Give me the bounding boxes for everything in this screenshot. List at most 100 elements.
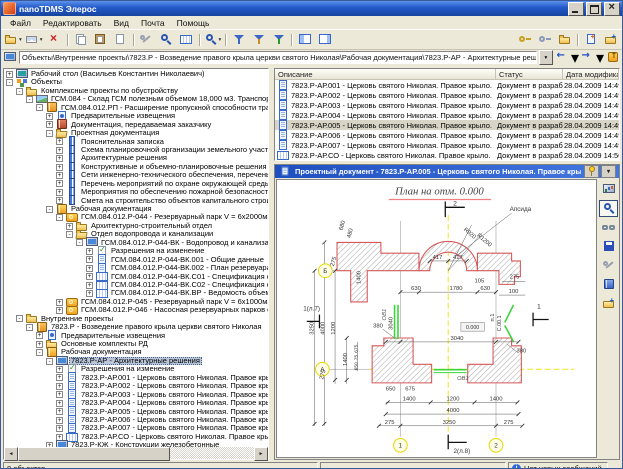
column-header-1[interactable]: Описание (275, 69, 496, 80)
chevron-down-icon[interactable]: ▾ (601, 165, 616, 178)
menu-item-Файл[interactable]: Файл (4, 18, 37, 28)
expand-toggle[interactable]: - (46, 206, 53, 213)
maximize-button[interactable] (586, 2, 602, 16)
expand-toggle[interactable]: - (26, 96, 33, 103)
tree-item[interactable]: -ГСМ.084.012.Р-044-ВК - Водопровод и кан… (4, 239, 268, 247)
find-button[interactable] (157, 31, 176, 48)
table-row[interactable]: 7823.Р-АР.002 - Церковь святого Николая.… (275, 90, 619, 100)
expand-toggle[interactable]: + (56, 155, 63, 162)
tree-item[interactable]: -Отдел водопровода и канализации (4, 230, 268, 238)
expand-toggle[interactable]: + (56, 383, 63, 390)
tree-item[interactable]: +ГСМ.084.012.Р-045 - Резервуарный парк V… (4, 298, 268, 306)
expand-toggle[interactable]: - (26, 324, 33, 331)
tree-item[interactable]: +Пояснительная записка (4, 138, 268, 146)
menu-item-Вид[interactable]: Вид (108, 18, 135, 28)
forward-button[interactable] (580, 51, 595, 64)
expand-toggle[interactable]: + (56, 374, 63, 381)
zoom-button[interactable] (599, 200, 618, 217)
properties-button[interactable] (111, 31, 130, 48)
menu-item-Редактировать[interactable]: Редактировать (37, 18, 108, 28)
pin-icon[interactable] (584, 165, 599, 178)
menu-item-Почта[interactable]: Почта (135, 18, 171, 28)
new-object-button[interactable]: ▾ (3, 31, 23, 48)
tree-item[interactable]: +7823.Р-АР.006 - Церковь святого Николая… (4, 416, 268, 424)
tree-item[interactable]: -Рабочая документация (4, 348, 268, 356)
menu-item-Помощь[interactable]: Помощь (171, 18, 216, 28)
expand-toggle[interactable]: + (56, 147, 63, 154)
expand-toggle[interactable]: - (36, 104, 43, 111)
minimize-button[interactable] (568, 2, 584, 16)
tree-item[interactable]: +ГСМ.084.012.Р-044-ВК.С02 - Спецификация… (4, 281, 268, 289)
expand-toggle[interactable]: + (56, 172, 63, 179)
columns-button[interactable] (177, 31, 196, 48)
table-row[interactable]: 7823.Р-АР.006 - Церковь святого Николая.… (275, 130, 619, 140)
column-header-2[interactable]: Статус (496, 69, 563, 80)
expand-toggle[interactable]: - (46, 358, 53, 365)
new-document-button[interactable] (581, 31, 600, 48)
tree-item[interactable]: +Разрешения на изменение (4, 365, 268, 373)
tree-item[interactable]: -Рабочая документация (4, 205, 268, 213)
tree-item[interactable]: +7823.Р-АР.003 - Церковь святого Николая… (4, 391, 268, 399)
expand-toggle[interactable]: + (56, 138, 63, 145)
expand-toggle[interactable]: + (56, 391, 63, 398)
close-button[interactable] (604, 2, 620, 16)
tree-item[interactable]: +Сети инженерно-технического обеспечения… (4, 171, 268, 179)
add-to-folder-button[interactable] (599, 295, 618, 312)
tree-item[interactable]: -ГСМ.084 - Склад ГСМ полезным объемом 18… (4, 95, 268, 103)
key-button[interactable] (515, 31, 534, 48)
expand-toggle[interactable]: + (86, 282, 93, 289)
paste-button[interactable] (91, 31, 110, 48)
tree-item[interactable]: +7823.Р-АР.СО - Церковь святого Николая.… (4, 433, 268, 441)
tree-item[interactable]: -ГСМ.084.012.Р-044 - Резервуарный парк V… (4, 213, 268, 221)
expand-toggle[interactable]: + (86, 290, 93, 297)
tools-button[interactable] (137, 31, 156, 48)
expand-toggle[interactable]: + (56, 425, 63, 432)
expand-toggle[interactable]: + (46, 113, 53, 120)
table-row[interactable]: 7823.Р-АР.005 - Церковь святого Николая.… (275, 120, 619, 130)
expand-toggle[interactable]: - (16, 88, 23, 95)
expand-toggle[interactable]: + (56, 180, 63, 187)
open-folder-button[interactable] (555, 31, 574, 48)
expand-toggle[interactable]: - (16, 315, 23, 322)
tree-item[interactable]: +ГСМ.084.012.Р-044-ВК.002 - План резерву… (4, 264, 268, 272)
tree-item[interactable]: +Мероприятия по обеспечению пожарной без… (4, 188, 268, 196)
tree-item[interactable]: -Проектная документация (4, 129, 268, 137)
filter-edit-button[interactable] (249, 31, 268, 48)
expand-toggle[interactable]: + (46, 121, 53, 128)
expand-toggle[interactable]: + (86, 265, 93, 272)
expand-toggle[interactable]: + (6, 71, 13, 78)
send-button[interactable]: ▾ (24, 31, 44, 48)
back-button[interactable] (555, 51, 570, 64)
tree-item[interactable]: +7823.Р-АР.005 - Церковь святого Николая… (4, 408, 268, 416)
journal-button[interactable] (599, 276, 618, 293)
expand-toggle[interactable]: - (76, 239, 83, 246)
scroll-left-icon[interactable]: ◄ (4, 447, 18, 461)
tree-item[interactable]: +7823.Р-АР.001 - Церковь святого Николая… (4, 374, 268, 382)
breadcrumb[interactable]: Объекты\Внутренние проекты\7823.Р - Возв… (19, 51, 537, 64)
expand-toggle[interactable]: + (66, 223, 73, 230)
expand-toggle[interactable]: + (86, 273, 93, 280)
tree-item[interactable]: +7823.Р-АР.002 - Церковь святого Николая… (4, 382, 268, 390)
tree-item[interactable]: +ГСМ.084.012.Р-044-ВК.С01 - Спецификация… (4, 273, 268, 281)
filter-button[interactable] (229, 31, 248, 48)
expand-toggle[interactable]: + (56, 299, 63, 306)
expand-toggle[interactable]: + (36, 332, 43, 339)
go-up-button[interactable] (605, 51, 620, 64)
expand-toggle[interactable]: + (56, 417, 63, 424)
expand-toggle[interactable]: + (56, 366, 63, 373)
tree-item[interactable]: +Основные комплекты РД (4, 340, 268, 348)
tree-item[interactable]: +7823.Р-АР.007 - Церковь святого Николая… (4, 424, 268, 432)
tree-item[interactable]: +Конструктивные и объемно-планировочные … (4, 163, 268, 171)
expand-toggle[interactable]: + (36, 341, 43, 348)
layout-tree-button[interactable] (295, 31, 314, 48)
expand-toggle[interactable]: + (86, 248, 93, 255)
tree-item[interactable]: +Разрешения на изменение (4, 247, 268, 255)
tree-item[interactable]: +Рабочий стол (Васильев Константин Никол… (4, 70, 268, 78)
tools-button[interactable] (599, 257, 618, 274)
link-button[interactable] (599, 219, 618, 236)
tree-item[interactable]: -7823.Р-АР - Архитектурные решения (4, 357, 268, 365)
tree-item[interactable]: +7823.Р-АР.004 - Церковь святого Николая… (4, 399, 268, 407)
report-button[interactable] (599, 181, 618, 198)
tree-item[interactable]: +Перечень мероприятий по охране окружающ… (4, 180, 268, 188)
tree-horizontal-scrollbar[interactable]: ◄ ► (4, 447, 268, 459)
